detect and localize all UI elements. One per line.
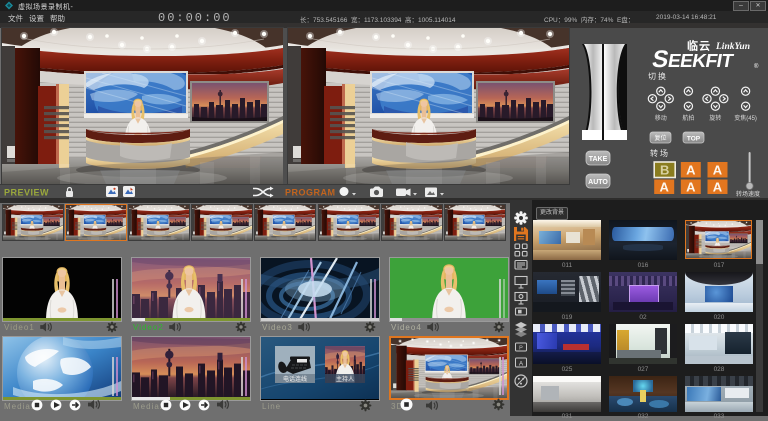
svg-text:P: P [519, 346, 523, 352]
svg-text:变焦(45): 变焦(45) [734, 114, 757, 122]
svg-text:旋转: 旋转 [709, 114, 721, 122]
svg-text:主持人: 主持人 [336, 375, 354, 383]
svg-text:转场: 转场 [650, 148, 670, 158]
svg-text:电话连线: 电话连线 [283, 375, 307, 383]
svg-text:A: A [713, 163, 723, 178]
svg-text:转场速度: 转场速度 [736, 190, 760, 198]
svg-text:复位: 复位 [654, 134, 666, 142]
svg-text:A: A [686, 180, 696, 195]
svg-text:A: A [660, 180, 670, 195]
svg-text:AUTO: AUTO [588, 179, 608, 186]
svg-text:航拍: 航拍 [682, 114, 694, 122]
svg-text:TAKE: TAKE [589, 156, 608, 163]
svg-text:®: ® [754, 63, 759, 70]
svg-text:切换: 切换 [648, 71, 668, 81]
svg-text:A: A [686, 163, 696, 178]
svg-text:EEKFIT: EEKFIT [666, 51, 735, 72]
svg-text:PROGRAM: PROGRAM [285, 188, 336, 198]
svg-text:移动: 移动 [655, 114, 667, 122]
svg-text:A: A [519, 361, 524, 368]
svg-text:B: B [660, 163, 669, 178]
svg-text:A: A [713, 180, 723, 195]
svg-text:TOP: TOP [687, 136, 701, 143]
svg-text:PREVIEW: PREVIEW [4, 188, 49, 198]
